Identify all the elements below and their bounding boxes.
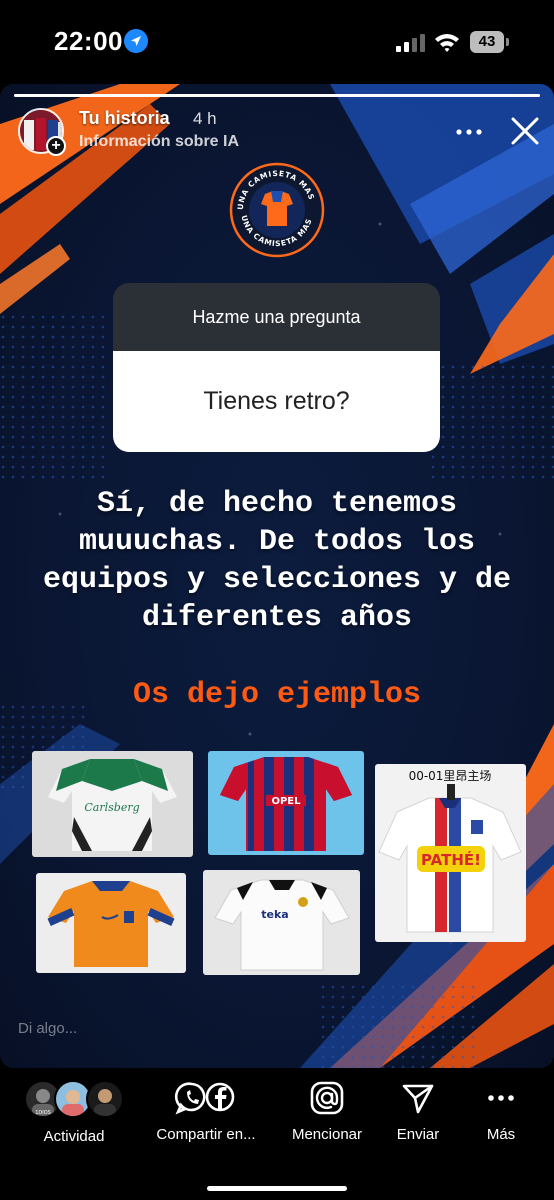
mention-label: Mencionar [291,1126,363,1143]
mention-button[interactable]: Mencionar [284,1080,370,1143]
activity-button[interactable]: 1DIOS Actividad [24,1080,124,1145]
jersey-photo-green: Carlsberg [32,751,193,857]
status-time: 22:00 [54,26,123,56]
jersey-photo-stripes: OPEL [208,751,364,855]
jersey-sponsor-opel: OPEL [271,796,301,807]
bottom-action-bar: 1DIOS Actividad Compartir en... Menciona… [0,1068,554,1200]
story-viewer[interactable]: + Tu historia 4 h Información sobre IA U… [0,84,554,1068]
story-progress-fill [14,94,540,97]
battery-tip [506,38,509,46]
jersey-caption: 00-01里昂主场 [409,769,492,783]
jersey-photo-orange [36,873,186,973]
wifi-icon [435,34,459,52]
brand-logo: UNA CAMISETA MAS UNA CAMISETA MAS [229,162,325,258]
question-sticker[interactable]: Hazme una pregunta Tienes retro? [113,283,440,452]
answer-text: Sí, de hecho tenemos muuuchas. De todos … [42,487,512,635]
reply-input[interactable]: Di algo... [18,1020,77,1037]
story-progress-bar [14,94,540,97]
jersey-photo-lyon: 00-01里昂主场 PATHÉ! [375,764,526,942]
jersey-sponsor-teka: teka [261,908,288,921]
send-button[interactable]: Enviar [386,1080,450,1143]
more-button[interactable]: Más [474,1080,528,1143]
viewer-avatar-1-text: 1DIOS [35,1110,51,1116]
close-icon[interactable] [508,114,542,148]
more-horizontal-icon [488,1095,514,1101]
jersey-sponsor-pathe: PATHÉ! [421,850,481,869]
story-username[interactable]: Tu historia [79,108,170,129]
whatsapp-facebook-icon [174,1082,235,1115]
add-story-icon[interactable]: + [46,136,66,156]
activity-label: Actividad [43,1128,105,1145]
viewer-avatar-3 [86,1080,124,1118]
share-button[interactable]: Compartir en... [148,1080,264,1143]
question-sticker-text: Tienes retro? [113,351,440,452]
share-label: Compartir en... [156,1126,256,1143]
more-options-icon[interactable] [454,122,484,142]
at-sign-icon [310,1081,344,1115]
story-time-ago: 4 h [193,109,217,128]
battery-level: 43 [470,31,504,53]
send-icon [402,1084,434,1114]
examples-heading: Os dejo ejemplos [132,678,422,712]
jersey-photo-white: teka [203,870,360,975]
status-bar: 22:00 43 [0,0,554,84]
cellular-signal-icon [396,34,425,52]
more-label: Más [486,1126,516,1143]
jersey-sponsor-carlsberg: Carlsberg [84,801,139,814]
home-indicator [207,1186,347,1191]
ai-info-link[interactable]: Información sobre IA [79,133,239,151]
battery-indicator: 43 [470,31,510,53]
send-label: Enviar [396,1126,440,1143]
question-sticker-header: Hazme una pregunta [113,283,440,351]
location-arrow-icon [124,29,148,53]
